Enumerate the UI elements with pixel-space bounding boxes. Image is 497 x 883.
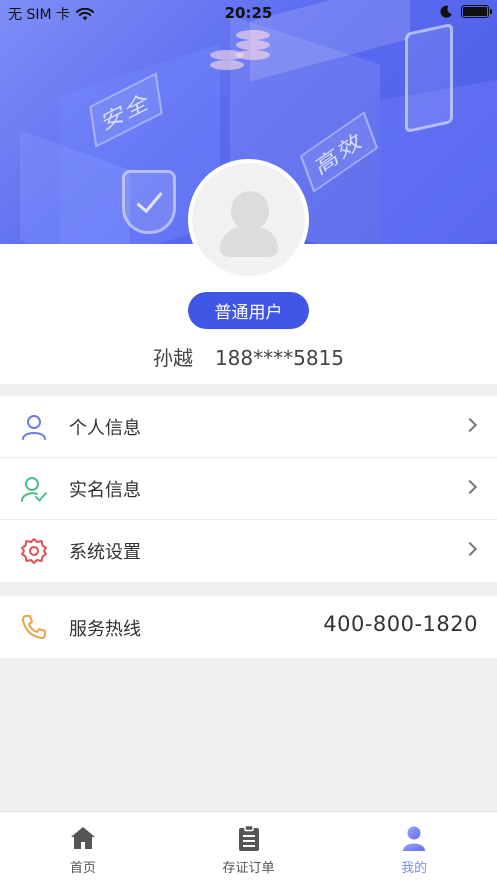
service-hotline-row[interactable]: 服务热线 400-800-1820: [0, 596, 497, 658]
user-verified-icon: [21, 477, 47, 502]
menu-item-real-name-info[interactable]: 实名信息: [0, 458, 497, 520]
phone-icon: [21, 615, 46, 640]
service-hotline-number[interactable]: 400-800-1820: [323, 612, 478, 636]
menu-item-label: 个人信息: [69, 417, 141, 439]
tab-label: 存证订单: [222, 861, 275, 876]
menu-item-label: 系统设置: [69, 542, 141, 563]
moon-icon: [440, 5, 452, 18]
tab-orders[interactable]: 存证订单: [166, 812, 332, 883]
user-identity: 孙越 188****5815: [0, 342, 497, 371]
tab-home[interactable]: 首页: [0, 812, 166, 883]
bottom-tab-bar: 首页 存证订单 我的: [0, 811, 497, 883]
service-hotline-label: 服务热线: [69, 619, 141, 640]
profile-icon: [403, 826, 426, 851]
shield-icon: [122, 170, 176, 234]
battery-icon: [461, 5, 492, 18]
menu-item-personal-info[interactable]: 个人信息: [0, 396, 497, 458]
user-icon: [22, 415, 46, 440]
phone-illustration: [405, 22, 453, 134]
menu-item-system-settings[interactable]: 系统设置: [0, 520, 497, 582]
user-level-badge: 普通用户: [188, 292, 309, 329]
coins-illustration: [200, 20, 280, 80]
clock: 20:25: [224, 4, 273, 22]
tab-label: 首页: [69, 861, 96, 876]
user-phone: 188****5815: [214, 346, 345, 370]
chevron-right-icon: [462, 541, 478, 557]
menu-item-label: 实名信息: [69, 479, 141, 501]
status-bar: 无 SIM 卡 20:25: [0, 0, 497, 26]
home-icon: [70, 827, 95, 849]
gear-icon: [21, 538, 47, 564]
tab-profile[interactable]: 我的: [331, 812, 497, 883]
chevron-right-icon: [462, 417, 478, 433]
clipboard-icon: [238, 824, 259, 851]
tab-label: 我的: [401, 861, 428, 876]
chevron-right-icon: [462, 479, 478, 495]
user-name: 孙越: [152, 346, 193, 370]
avatar[interactable]: [188, 159, 309, 280]
settings-menu: 个人信息 实名信息 系统设置: [0, 396, 497, 582]
